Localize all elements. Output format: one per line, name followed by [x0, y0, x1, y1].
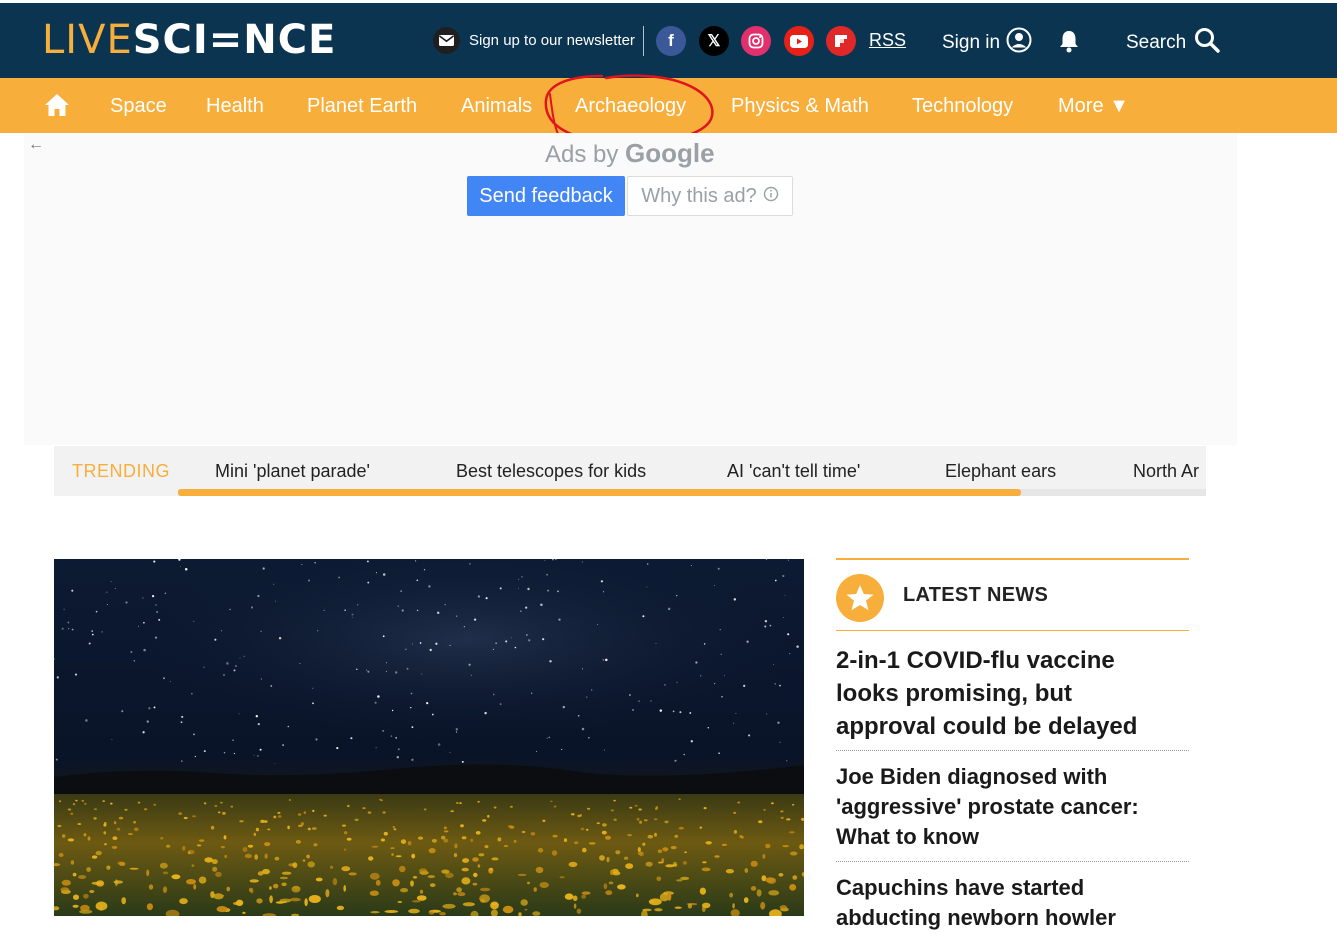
- logo-science: SCI=NCE: [132, 17, 337, 63]
- x-icon[interactable]: 𝕏: [699, 26, 729, 56]
- nav-technology[interactable]: Technology: [912, 94, 1013, 118]
- site-logo[interactable]: LIVE SCI=NCE: [42, 18, 336, 62]
- search-label: Search: [1126, 32, 1187, 53]
- top-edge: [0, 0, 1337, 3]
- trending-item[interactable]: North Ar: [1133, 461, 1199, 482]
- why-this-ad-button[interactable]: Why this ad?: [627, 176, 793, 216]
- rss-link[interactable]: RSS: [869, 30, 906, 51]
- logo-live: LIVE: [42, 17, 133, 63]
- nav-animals[interactable]: Animals: [461, 94, 532, 118]
- news-item[interactable]: 2-in-1 COVID-flu vaccine looks promising…: [836, 644, 1176, 743]
- nav-space[interactable]: Space: [110, 94, 167, 118]
- trending-label: TRENDING: [72, 461, 170, 481]
- instagram-icon[interactable]: [741, 26, 771, 56]
- search-button[interactable]: Search: [1126, 27, 1220, 59]
- news-item[interactable]: Capuchins have started abducting newborn…: [836, 873, 1166, 933]
- trending-item[interactable]: Best telescopes for kids: [456, 461, 646, 482]
- latest-news-title: LATEST NEWS: [903, 584, 1049, 606]
- header-divider: [643, 26, 644, 56]
- youtube-icon[interactable]: [784, 26, 814, 56]
- send-feedback-button[interactable]: Send feedback: [467, 176, 625, 216]
- ads-by-google: Ads by Google: [545, 138, 715, 168]
- back-arrow-icon[interactable]: ←: [28, 136, 44, 154]
- nav-physics-math[interactable]: Physics & Math: [731, 94, 869, 118]
- trending-item[interactable]: Mini 'planet parade': [215, 461, 370, 482]
- nav-more[interactable]: More ▼: [1058, 94, 1129, 118]
- user-icon: [1006, 27, 1032, 59]
- trending-item[interactable]: Elephant ears: [945, 461, 1056, 482]
- why-this-ad-label: Why this ad?: [641, 184, 757, 207]
- nav-health[interactable]: Health: [206, 94, 264, 118]
- news-separator: [836, 750, 1189, 751]
- google-logo: Google: [625, 138, 715, 168]
- mail-icon: [433, 27, 460, 54]
- trending-scroll-thumb[interactable]: [178, 489, 1021, 496]
- news-item[interactable]: Joe Biden diagnosed with 'aggressive' pr…: [836, 762, 1166, 852]
- newsletter-link[interactable]: Sign up to our newsletter: [433, 27, 635, 54]
- bell-icon[interactable]: [1058, 29, 1080, 58]
- home-icon[interactable]: [44, 93, 70, 122]
- latest-news-rule: [836, 630, 1189, 631]
- info-icon: [763, 185, 779, 208]
- sign-in-button[interactable]: Sign in: [942, 27, 1032, 59]
- search-icon: [1194, 27, 1220, 59]
- nav-planet-earth[interactable]: Planet Earth: [307, 94, 417, 118]
- star-icon: [836, 574, 884, 622]
- sign-in-label: Sign in: [942, 32, 1001, 53]
- hero-image[interactable]: [54, 559, 804, 916]
- latest-news-top-rule: [836, 558, 1189, 560]
- facebook-icon[interactable]: f: [656, 26, 686, 56]
- trending-item[interactable]: AI 'can't tell time': [727, 461, 860, 482]
- trending-bar: TRENDING Mini 'planet parade' Best teles…: [54, 446, 1206, 496]
- news-separator: [836, 861, 1189, 862]
- newsletter-label: Sign up to our newsletter: [469, 32, 635, 49]
- flipboard-icon[interactable]: [826, 26, 856, 56]
